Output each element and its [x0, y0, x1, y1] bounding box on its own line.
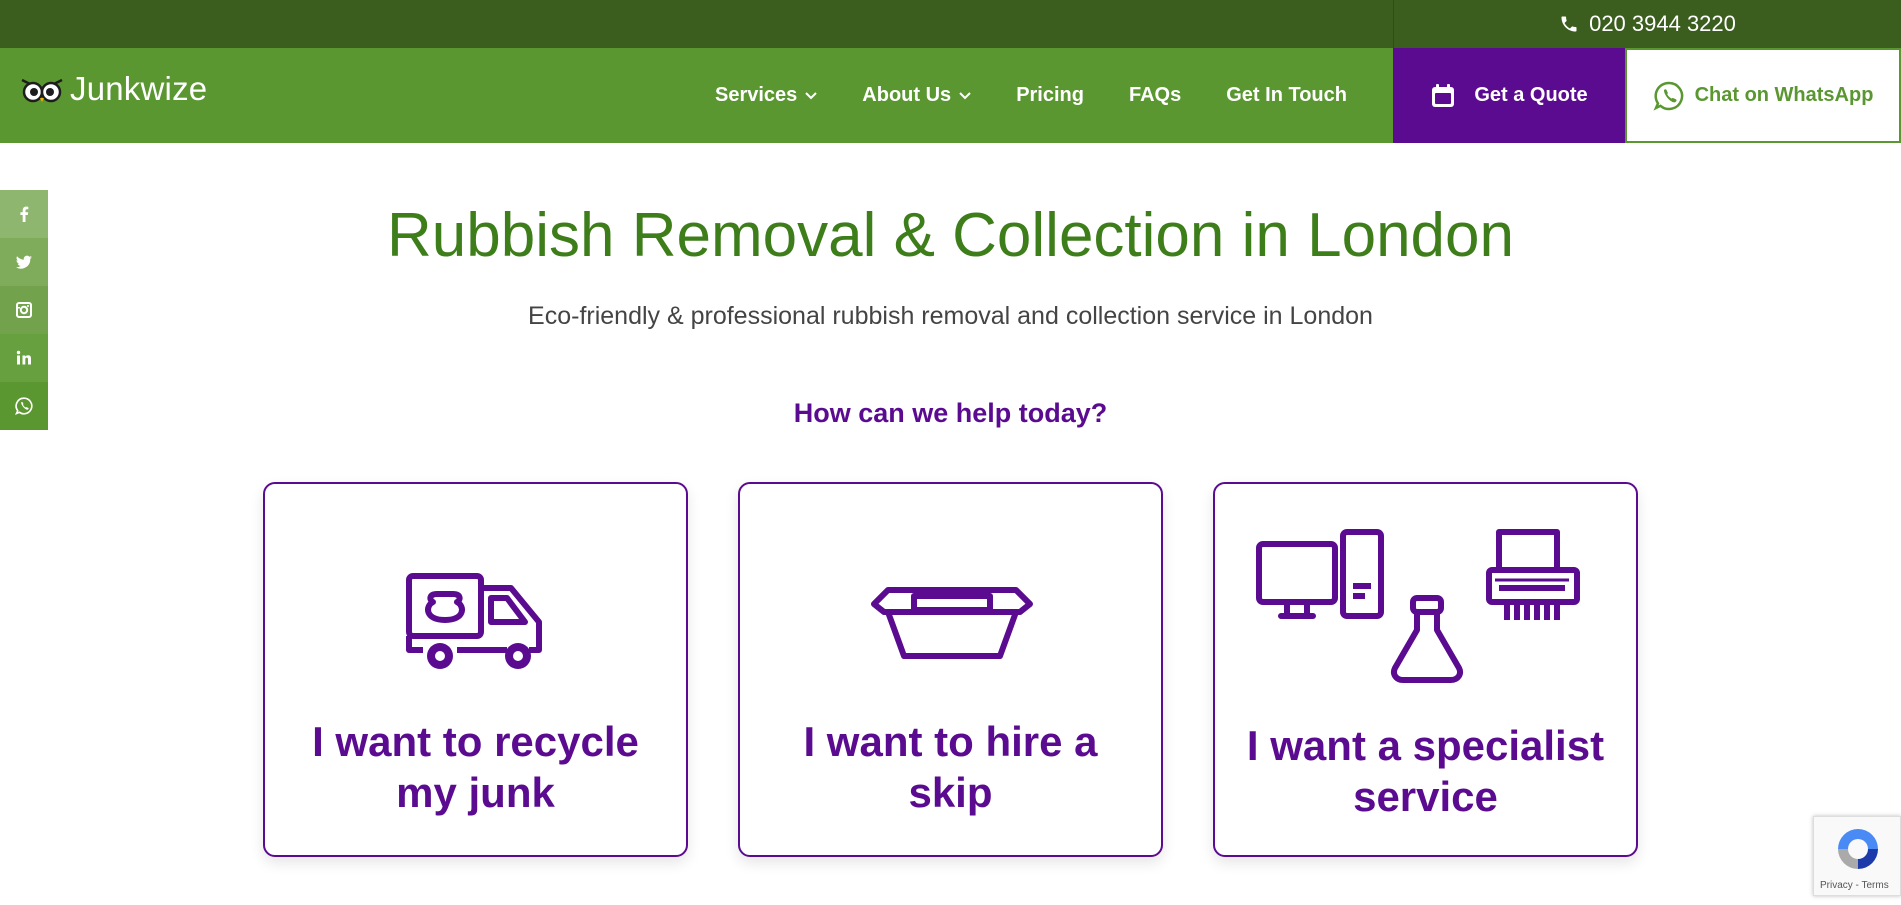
recaptcha-links[interactable]: Privacy - Terms [1820, 880, 1889, 891]
quote-label: Get a Quote [1474, 84, 1588, 106]
nav-menu: Services About Us Pricing FAQs Get In To… [715, 48, 1347, 143]
card-label-line: I want to hire a [803, 718, 1098, 765]
top-bar: 020 3944 3220 [0, 0, 1901, 48]
whatsapp-icon [1653, 81, 1683, 111]
nav-item-label: Services [715, 84, 798, 106]
card-label-line: I want to recycle [312, 718, 639, 765]
linkedin-icon [16, 350, 31, 365]
brand-name: Junkwize [70, 70, 208, 107]
card-label-line: I want a specialist [1246, 722, 1605, 769]
page-title: Rubbish Removal & Collection in London [387, 201, 1514, 270]
nav-item-label: Get In Touch [1226, 84, 1347, 106]
hire-skip-card[interactable]: I want to hire a skip [738, 482, 1163, 857]
recaptcha-badge[interactable]: Privacy - Terms [1813, 816, 1901, 896]
linkedin-link[interactable] [0, 334, 48, 382]
nav-item-faqs[interactable]: FAQs [1129, 84, 1181, 107]
card-label: I want a specialist service [1235, 720, 1616, 822]
whatsapp-label: Chat on WhatsApp [1694, 84, 1874, 106]
nav-item-pricing[interactable]: Pricing [1016, 84, 1084, 107]
junk-truck-icon [406, 573, 542, 669]
chevron-down-icon [805, 91, 818, 99]
specialist-service-card[interactable]: I want a specialist service [1213, 482, 1638, 857]
phone-icon [1561, 16, 1577, 32]
help-heading: How can we help today? [793, 398, 1108, 428]
nav-item-get-in-touch[interactable]: Get In Touch [1226, 84, 1347, 107]
card-label: I want to hire a skip [760, 716, 1141, 818]
nav-item-label: About Us [862, 84, 952, 106]
calendar-icon [1432, 83, 1455, 107]
recaptcha-icon [1838, 829, 1878, 869]
phone-number: 020 3944 3220 [1589, 11, 1736, 36]
card-label-line: service [1353, 773, 1498, 820]
page-subtitle: Eco-friendly & professional rubbish remo… [528, 302, 1373, 330]
site-logo[interactable]: Junkwize [20, 70, 207, 108]
nav-item-services[interactable]: Services [715, 84, 818, 107]
chevron-down-icon [959, 91, 971, 99]
specialist-services-icon [1256, 529, 1580, 683]
card-label-line: my junk [396, 769, 555, 816]
card-label-line: skip [908, 769, 993, 816]
nav-item-about-us[interactable]: About Us [862, 84, 971, 107]
chat-on-whatsapp-button[interactable]: Chat on WhatsApp [1625, 48, 1901, 143]
nav-item-label: FAQs [1128, 84, 1182, 106]
recycle-junk-card[interactable]: I want to recycle my junk [263, 482, 688, 857]
card-label: I want to recycle my junk [285, 716, 666, 818]
nav-item-label: Pricing [1016, 84, 1084, 106]
phone-contact[interactable]: 020 3944 3220 [1393, 0, 1901, 48]
skip-icon [871, 587, 1033, 659]
owl-logo-icon [21, 78, 63, 103]
get-a-quote-button[interactable]: Get a Quote [1393, 48, 1625, 143]
